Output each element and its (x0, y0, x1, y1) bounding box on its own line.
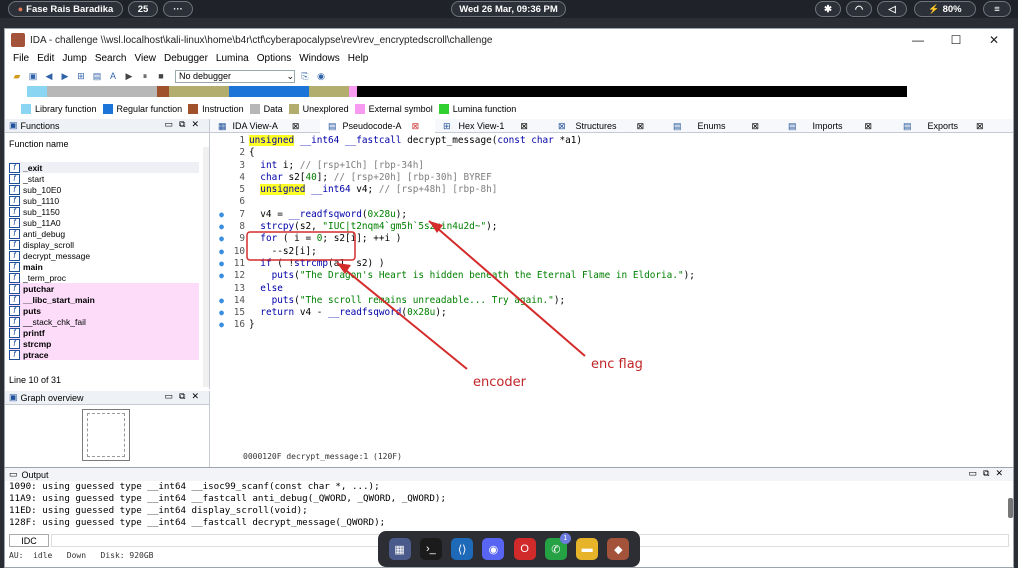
encoder-label: encoder (473, 375, 526, 390)
notification-count: 25 (137, 3, 149, 15)
battery-icon: ⚡ (928, 3, 940, 14)
vscode-icon[interactable]: ⟨⟩ (451, 538, 474, 560)
user-name: Fase Rais Baradika (26, 3, 114, 15)
whatsapp-badge: 1 (559, 533, 571, 544)
more-label: ··· (173, 3, 183, 15)
datetime: Wed 26 Mar, 09:36 PM (459, 3, 558, 15)
output-icon: ▭ (9, 469, 18, 479)
bluetooth-pill[interactable]: ✱ (815, 1, 841, 17)
os-top-bar: ● Fase Rais Baradika 25 ··· Wed 26 Mar, … (0, 0, 1018, 18)
output-panel-controls[interactable]: ▭⧉✕ (969, 468, 1009, 479)
pseudocode-status: 0000120F decrypt_message:1 (120F) (243, 452, 402, 461)
volume-icon: ◁ (888, 3, 896, 15)
battery-pill[interactable]: ⚡ 80% (914, 1, 976, 17)
output-line: 1090: using guessed type __int64 __isoc9… (9, 481, 380, 492)
whatsapp-icon[interactable]: ✆ 1 (544, 533, 571, 560)
encoder-arrow (336, 262, 468, 370)
output-line: 128F: using guessed type __int64 __fastc… (9, 517, 386, 528)
ida-window: IDA - challenge \\wsl.localhost\kali-lin… (4, 28, 1014, 568)
notification-pill[interactable]: 25 (128, 1, 158, 17)
output-line: 11ED: using guessed type __int64 display… (9, 505, 308, 516)
settings-icon: ≡ (994, 3, 1000, 15)
output-line: 11A9: using guessed type __int64 __fastc… (9, 493, 446, 504)
files-icon[interactable]: ▬ (576, 538, 599, 560)
output-header: ▭ Output ▭⧉✕ (5, 468, 1013, 481)
bluetooth-icon: ✱ (824, 3, 832, 15)
ida-app-icon[interactable]: ◆ (607, 538, 630, 560)
more-pill[interactable]: ··· (163, 1, 193, 17)
taskbar-dock: ▦ ›_ ⟨⟩ ◉ O ✆ 1 ▬ ◆ (378, 531, 640, 567)
discord-icon[interactable]: ◉ (482, 538, 505, 560)
terminal-icon[interactable]: ›_ (419, 538, 442, 560)
wifi-icon: ◠ (854, 3, 864, 15)
enc-flag-arrow (428, 220, 586, 357)
status-bar: AU: idle Down Disk: 920GB (9, 551, 154, 560)
settings-pill[interactable]: ≡ (983, 1, 1011, 17)
enc-flag-label: enc flag (591, 357, 643, 372)
app-grid-icon[interactable]: ▦ (388, 538, 411, 560)
opera-icon[interactable]: O (513, 538, 536, 560)
encoder-highlight-box (246, 231, 356, 261)
volume-pill[interactable]: ◁ (877, 1, 907, 17)
datetime-pill[interactable]: Wed 26 Mar, 09:36 PM (451, 1, 566, 17)
battery-level: 80% (942, 3, 962, 15)
wifi-pill[interactable]: ◠ (846, 1, 872, 17)
avatar-icon: ● (17, 4, 24, 14)
idc-button[interactable]: IDC (9, 534, 49, 547)
output-title: Output (21, 469, 49, 480)
output-scrollbar[interactable] (1008, 498, 1013, 518)
user-pill[interactable]: ● Fase Rais Baradika (8, 1, 123, 17)
